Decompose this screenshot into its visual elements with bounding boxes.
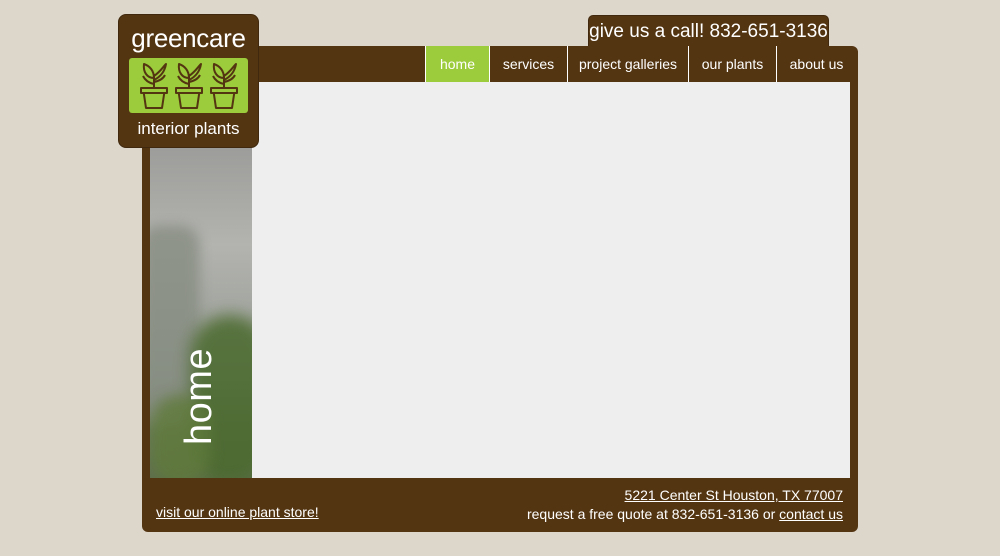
nav-item-our-plants[interactable]: our plants: [688, 46, 776, 82]
logo-plants: [129, 58, 248, 113]
nav-item-home[interactable]: home: [425, 46, 489, 82]
page-title-text: home: [178, 347, 221, 445]
logo-top-text: greencare: [131, 23, 246, 53]
logo-bottom-text: interior plants: [137, 119, 240, 138]
page-title: home: [178, 340, 221, 452]
contact-us-link[interactable]: contact us: [779, 506, 843, 522]
main-content-area: [252, 82, 850, 478]
potted-plant-icon: [140, 63, 168, 109]
potted-plant-icon: [140, 63, 238, 109]
nav-item-services[interactable]: services: [489, 46, 567, 82]
main-nav: home services project galleries our plan…: [425, 46, 856, 82]
potted-plant-icon: [210, 63, 238, 109]
nav-item-about-us[interactable]: about us: [776, 46, 856, 82]
address-link[interactable]: 5221 Center St Houston, TX 77007: [527, 486, 843, 505]
quote-line: request a free quote at 832-651-3136 or …: [527, 505, 843, 524]
footer-contact: 5221 Center St Houston, TX 77007 request…: [527, 486, 843, 524]
nav-item-project-galleries[interactable]: project galleries: [567, 46, 688, 82]
logo[interactable]: greencare interior plants: [118, 14, 259, 148]
quote-text: request a free quote at 832-651-3136 or: [526, 506, 776, 522]
online-store-link[interactable]: visit our online plant store!: [156, 504, 319, 520]
potted-plant-icon: [175, 63, 203, 109]
call-banner: give us a call! 832-651-3136: [588, 15, 829, 46]
